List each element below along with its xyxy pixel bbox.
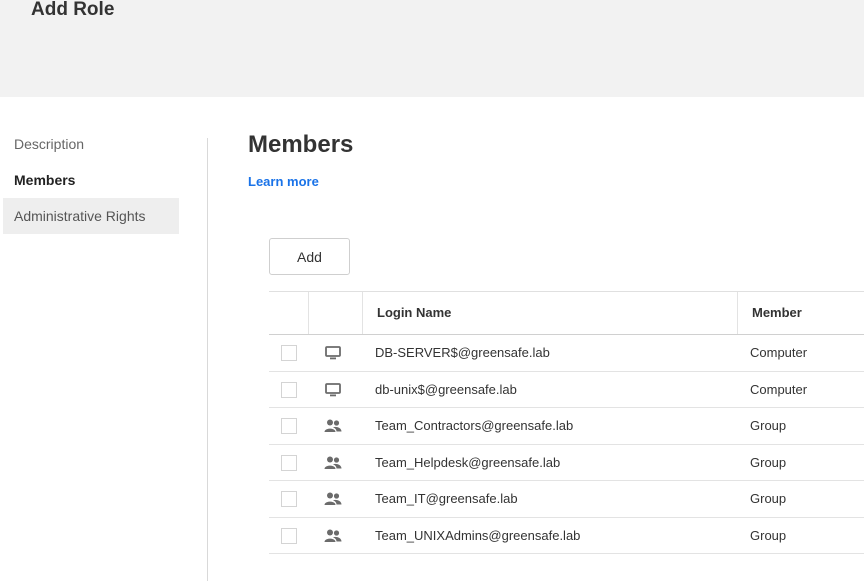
- group-icon: [324, 456, 342, 469]
- row-checkbox[interactable]: [281, 454, 297, 471]
- table-row[interactable]: Team_Contractors@greensafe.lab Group: [269, 408, 864, 445]
- page-header: Add Role: [0, 0, 864, 97]
- login-name-cell: Team_Contractors@greensafe.lab: [375, 418, 574, 433]
- member-type-cell: Computer: [750, 381, 808, 397]
- login-name-cell: Team_UNIXAdmins@greensafe.lab: [375, 527, 581, 543]
- group-icon: [324, 492, 342, 505]
- sidebar-divider: [207, 138, 208, 581]
- group-icon: [324, 419, 342, 432]
- table-row[interactable]: DB-SERVER$@greensafe.lab Computer: [269, 335, 864, 372]
- row-checkbox[interactable]: [281, 527, 297, 544]
- login-name-column-header[interactable]: Login Name: [362, 292, 738, 334]
- computer-icon: [325, 382, 341, 396]
- member-type-cell: Computer: [750, 345, 808, 360]
- login-name-cell: db-unix$@greensafe.lab: [375, 381, 517, 397]
- table-row[interactable]: db-unix$@greensafe.lab Computer: [269, 372, 864, 408]
- login-name-cell: DB-SERVER$@greensafe.lab: [375, 345, 550, 360]
- table-header: Login Name Member: [269, 291, 864, 335]
- table-row[interactable]: Team_Helpdesk@greensafe.lab Group: [269, 445, 864, 481]
- member-type-cell: Group: [750, 527, 787, 543]
- page-header-title: Add Role: [31, 0, 115, 20]
- member-type-cell: Group: [750, 491, 787, 506]
- learn-more-link[interactable]: Learn more: [248, 174, 319, 189]
- login-name-cell: Team_IT@greensafe.lab: [375, 491, 518, 506]
- row-checkbox[interactable]: [281, 345, 297, 361]
- sidebar-item-members[interactable]: Members: [3, 162, 179, 198]
- member-type-cell: Group: [750, 418, 787, 433]
- table-row[interactable]: Team_IT@greensafe.lab Group: [269, 481, 864, 518]
- row-checkbox[interactable]: [281, 491, 297, 507]
- group-icon: [324, 529, 342, 542]
- member-column-header[interactable]: Member: [737, 292, 864, 334]
- sidebar-item-administrative-rights[interactable]: Administrative Rights: [3, 198, 179, 234]
- add-button[interactable]: Add: [269, 238, 350, 275]
- page-title: Members: [248, 131, 354, 158]
- row-checkbox[interactable]: [281, 381, 297, 398]
- login-name-cell: Team_Helpdesk@greensafe.lab: [375, 454, 561, 470]
- icon-column-header: [308, 292, 363, 334]
- sidebar-item-description[interactable]: Description: [3, 126, 179, 162]
- computer-icon: [325, 346, 341, 360]
- member-type-cell: Group: [750, 454, 787, 470]
- table-row[interactable]: Team_UNIXAdmins@greensafe.lab Group: [269, 518, 864, 554]
- row-checkbox[interactable]: [281, 418, 297, 434]
- members-table: Login Name Member DB-SERVER$@greensafe.l…: [269, 291, 864, 554]
